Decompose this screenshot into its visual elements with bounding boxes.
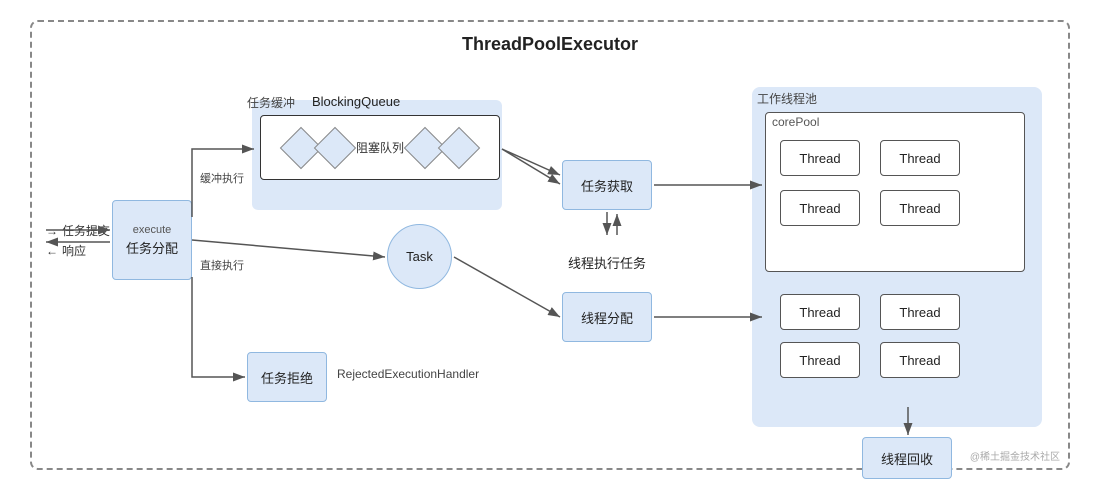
thread-box-7: Thread [780,342,860,378]
main-container: ThreadPoolExecutor 工作线程池 corePool Thread… [30,20,1070,470]
bq-label-blocking: BlockingQueue [312,94,400,109]
task-submit-row: → 任务提交 [46,222,110,239]
buffer-exec-label: 缓冲执行 [200,170,244,186]
thread-box-5: Thread [780,294,860,330]
queue-box: 阻塞队列 [260,115,500,180]
task-reject: 任务拒绝 [247,352,327,402]
queue-text: 阻塞队列 [356,139,404,156]
arrow-left-sym: ← [46,244,58,258]
thread-box-3: Thread [780,190,860,226]
thread-box-6: Thread [880,294,960,330]
bq-label-top: 任务缓冲 [247,94,295,111]
task-dispatch: execute 任务分配 [112,200,192,280]
thread-box-1: Thread [780,140,860,176]
thread-box-2: Thread [880,140,960,176]
work-pool-label: 工作线程池 [757,90,817,107]
direct-exec-label: 直接执行 [200,257,244,273]
thread-box-8: Thread [880,342,960,378]
rejected-handler-label: RejectedExecutionHandler [337,367,479,381]
diamond-4 [438,126,480,168]
core-pool-label: corePool [772,115,819,129]
thread-dispatch: 线程分配 [562,292,652,342]
thread-box-4: Thread [880,190,960,226]
task-circle: Task [387,224,452,289]
task-fetch: 任务获取 [562,160,652,210]
thread-exec: 线程执行任务 [562,237,652,287]
response-row: ← 响应 [46,242,86,259]
page-title: ThreadPoolExecutor [462,34,638,55]
execute-label: execute [133,224,172,236]
arrow-right-sym: → [46,224,58,238]
diamond-2 [314,126,356,168]
task-dispatch-label: 任务分配 [126,238,178,257]
task-submit-text: 任务提交 [62,222,110,239]
thread-recycle: 线程回收 [862,437,952,479]
watermark: @稀土掘金技术社区 [970,448,1060,463]
response-text: 响应 [62,242,86,259]
